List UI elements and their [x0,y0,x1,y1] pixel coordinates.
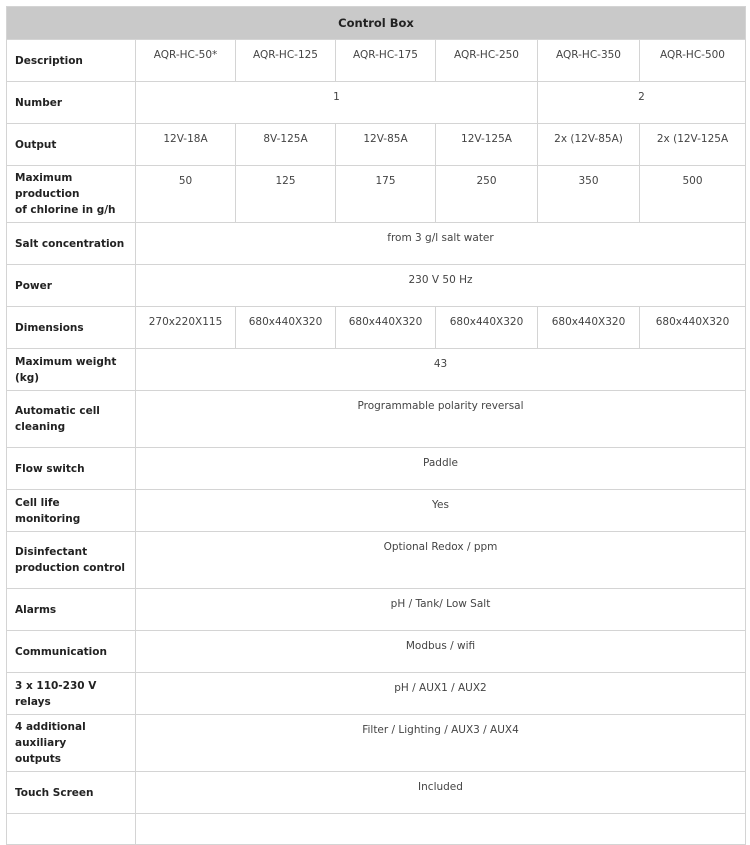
dimension-cell: 680x440X320 [335,306,436,349]
table-row-power: Power 230 V 50 Hz [6,264,746,307]
row-label: Description [6,39,136,82]
table-row-max-chlorine: Maximum production of chlorine in g/h 50 … [6,165,746,223]
row-label: Communication [6,630,136,673]
weight-value: 43 [135,348,746,391]
dimension-cell: 680x440X320 [537,306,640,349]
disinfectant-value: Optional Redox / ppm [135,531,746,589]
model-cell: AQR-HC-500 [639,39,746,82]
row-label: 4 additional auxiliary outputs [6,714,136,772]
chlorine-cell: 125 [235,165,336,223]
dimension-cell: 680x440X320 [235,306,336,349]
spec-table: Control Box Description AQR-HC-50* AQR-H… [6,6,746,845]
model-cell: AQR-HC-250 [435,39,538,82]
row-label: Touch Screen [6,771,136,814]
dimension-cell: 680x440X320 [639,306,746,349]
row-label: Alarms [6,588,136,631]
row-label: Dimensions [6,306,136,349]
dimension-cell: 270x220X115 [135,306,236,349]
aux-outputs-value: Filter / Lighting / AUX3 / AUX4 [135,714,746,772]
row-label: Maximum weight (kg) [6,348,136,391]
number-group-1: 1 [135,81,538,124]
flow-switch-value: Paddle [135,447,746,490]
table-row-salt: Salt concentration from 3 g/l salt water [6,222,746,265]
row-label: Automatic cell cleaning [6,390,136,448]
table-row-relays: 3 x 110-230 V relays pH / AUX1 / AUX2 [6,672,746,715]
cell-life-value: Yes [135,489,746,532]
output-cell: 2x (12V-125A [639,123,746,166]
row-label: Flow switch [6,447,136,490]
salt-value: from 3 g/l salt water [135,222,746,265]
table-row-output: Output 12V-18A 8V-125A 12V-85A 12V-125A … [6,123,746,166]
number-group-2: 2 [537,81,746,124]
table-title: Control Box [6,6,746,40]
row-label: Cell life monitoring [6,489,136,532]
table-row-number: Number 1 2 [6,81,746,124]
table-row-description: Description AQR-HC-50* AQR-HC-125 AQR-HC… [6,39,746,82]
output-cell: 2x (12V-85A) [537,123,640,166]
table-row-communication: Communication Modbus / wifi [6,630,746,673]
row-label: 3 x 110-230 V relays [6,672,136,715]
row-label: Output [6,123,136,166]
row-label: Maximum production of chlorine in g/h [6,165,136,223]
chlorine-cell: 500 [639,165,746,223]
relays-value: pH / AUX1 / AUX2 [135,672,746,715]
output-cell: 12V-85A [335,123,436,166]
row-label: Number [6,81,136,124]
touch-screen-value: Included [135,771,746,814]
chlorine-cell: 175 [335,165,436,223]
chlorine-cell: 250 [435,165,538,223]
auto-clean-value: Programmable polarity reversal [135,390,746,448]
table-row-aux-outputs: 4 additional auxiliary outputs Filter / L… [6,714,746,772]
model-cell: AQR-HC-125 [235,39,336,82]
model-cell: AQR-HC-50* [135,39,236,82]
model-cell: AQR-HC-350 [537,39,640,82]
row-label: Salt concentration [6,222,136,265]
chlorine-cell: 50 [135,165,236,223]
output-cell: 12V-18A [135,123,236,166]
power-value: 230 V 50 Hz [135,264,746,307]
table-row-auto-clean: Automatic cell cleaning Programmable pola… [6,390,746,448]
empty-cell [135,813,746,845]
row-label: Disinfectant production control [6,531,136,589]
output-cell: 12V-125A [435,123,538,166]
dimension-cell: 680x440X320 [435,306,538,349]
alarms-value: pH / Tank/ Low Salt [135,588,746,631]
table-row-disinfectant: Disinfectant production control Optional … [6,531,746,589]
table-row-empty [6,813,746,845]
output-cell: 8V-125A [235,123,336,166]
chlorine-cell: 350 [537,165,640,223]
table-row-cell-life: Cell life monitoring Yes [6,489,746,532]
row-label: Power [6,264,136,307]
communication-value: Modbus / wifi [135,630,746,673]
table-row-touch-screen: Touch Screen Included [6,771,746,814]
model-cell: AQR-HC-175 [335,39,436,82]
table-row-alarms: Alarms pH / Tank/ Low Salt [6,588,746,631]
table-row-flow-switch: Flow switch Paddle [6,447,746,490]
table-row-dimensions: Dimensions 270x220X115 680x440X320 680x4… [6,306,746,349]
empty-cell [6,813,136,845]
table-row-max-weight: Maximum weight (kg) 43 [6,348,746,391]
